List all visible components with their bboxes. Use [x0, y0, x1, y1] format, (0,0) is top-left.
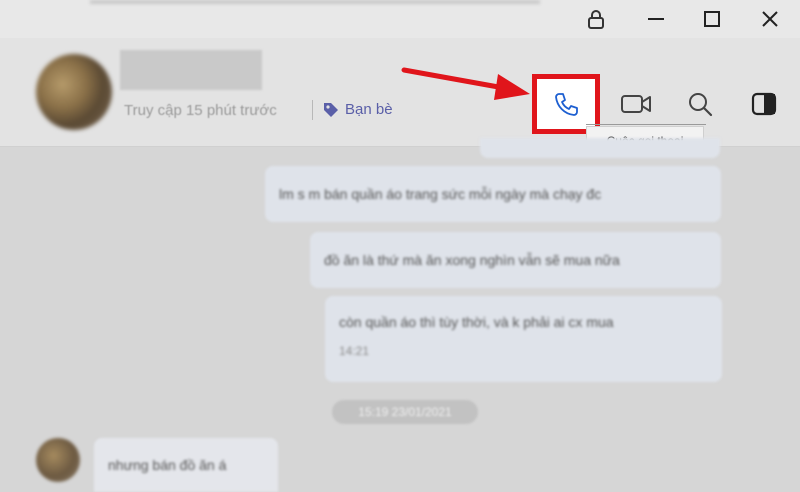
header-divider — [312, 100, 313, 120]
window-titlebar — [0, 0, 800, 38]
tag-icon — [324, 103, 338, 117]
sidebar-toggle-button[interactable] — [744, 84, 784, 124]
phone-icon — [555, 93, 578, 116]
message-bubble[interactable]: đồ ăn là thứ mà ăn xong nghìn vẫn sẽ mua… — [310, 232, 721, 288]
maximize-icon[interactable] — [700, 8, 724, 30]
date-divider: 15:19 23/01/2021 — [332, 400, 478, 424]
voice-call-button[interactable] — [532, 74, 600, 134]
contact-name-blurred — [120, 50, 262, 90]
sidebar-toggle-icon — [751, 92, 777, 116]
message-bubble[interactable]: còn quần áo thì tùy thời, và k phải ai c… — [325, 296, 722, 382]
message-text: nhưng bán đồ ăn á — [108, 457, 227, 473]
message-bubble-partial — [480, 138, 720, 158]
search-button[interactable] — [680, 84, 720, 124]
sender-avatar[interactable] — [36, 438, 80, 482]
message-bubble[interactable]: lm s m bán quần áo trang sức mỗi ngày mà… — [265, 166, 721, 222]
tooltip-border — [586, 124, 706, 125]
incoming-message-bubble[interactable]: nhưng bán đồ ăn á — [94, 438, 278, 492]
message-text: lm s m bán quần áo trang sức mỗi ngày mà… — [279, 186, 602, 202]
minimize-icon[interactable] — [644, 8, 668, 30]
message-time: 14:21 — [339, 344, 370, 358]
close-icon[interactable] — [758, 8, 782, 30]
search-icon — [689, 93, 713, 117]
last-seen-status: Truy cập 15 phút trước — [124, 102, 277, 119]
title-text-blurred — [90, 0, 540, 4]
message-text: còn quần áo thì tùy thời, và k phải ai c… — [339, 314, 614, 330]
video-icon — [621, 95, 651, 113]
annotation-arrow — [401, 67, 530, 100]
friend-tag-label[interactable]: Bạn bè — [345, 101, 393, 118]
lock-icon[interactable] — [584, 8, 608, 30]
video-call-button[interactable] — [616, 84, 656, 124]
contact-avatar[interactable] — [36, 54, 112, 130]
message-text: đồ ăn là thứ mà ăn xong nghìn vẫn sẽ mua… — [324, 252, 620, 268]
